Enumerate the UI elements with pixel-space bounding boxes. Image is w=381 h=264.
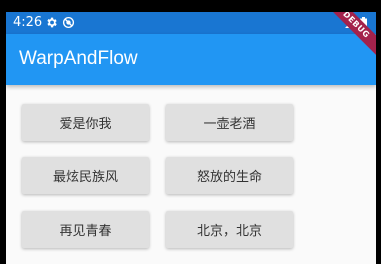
status-time: 4:26 <box>13 15 43 30</box>
app-bar: WarpAndFlow <box>6 34 376 85</box>
song-button-5[interactable]: 再见青春 <box>22 211 149 248</box>
song-button-4[interactable]: 怒放的生命 <box>166 157 293 194</box>
app-frame: 4:26 WarpAndFlow 爱是你我 一壶老酒 最炫民族风 怒放的生命 再… <box>6 12 376 264</box>
gear-icon <box>47 17 57 28</box>
status-bar: 4:26 <box>6 12 376 34</box>
song-button-1[interactable]: 爱是你我 <box>22 104 149 141</box>
song-button-6[interactable]: 北京，北京 <box>166 211 293 248</box>
song-button-3[interactable]: 最炫民族风 <box>22 157 149 194</box>
app-title: WarpAndFlow <box>19 48 138 69</box>
dnd-icon <box>62 16 75 29</box>
song-button-2[interactable]: 一壶老酒 <box>166 104 293 141</box>
